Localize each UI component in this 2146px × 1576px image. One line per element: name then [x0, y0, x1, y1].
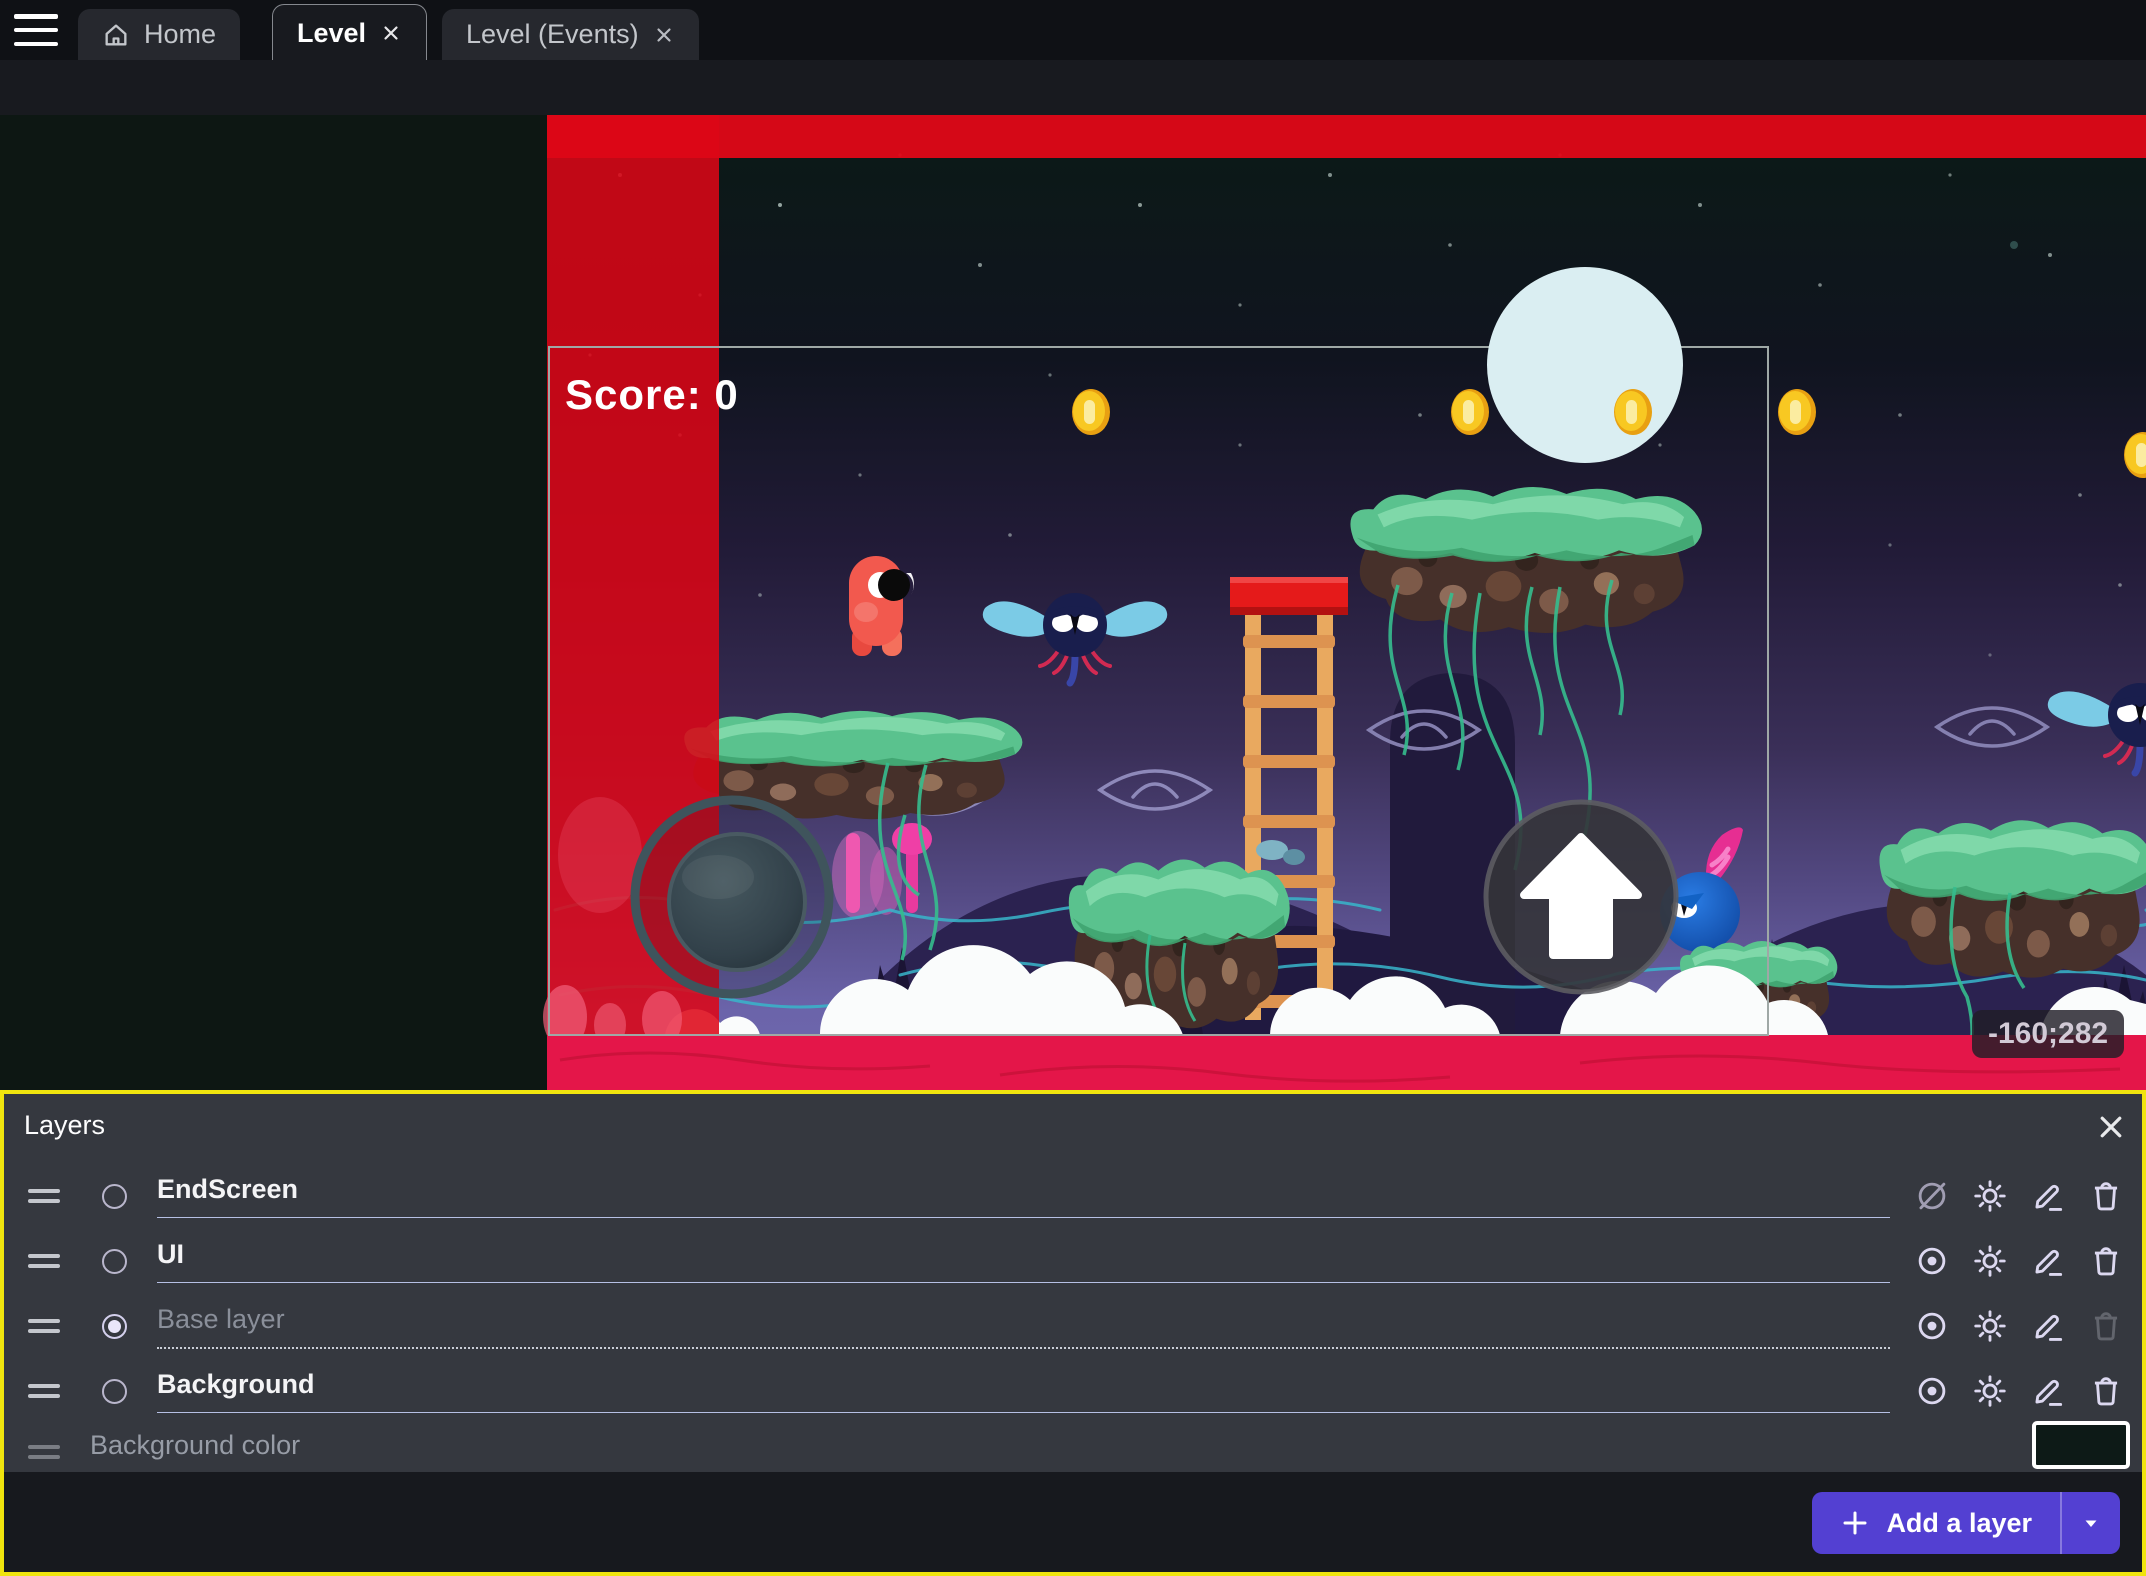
- lighting-icon[interactable]: [1970, 1176, 2010, 1216]
- delete-layer-icon[interactable]: [2086, 1241, 2126, 1281]
- layer-radio[interactable]: [102, 1379, 127, 1404]
- tab-level-events[interactable]: Level (Events): [442, 9, 699, 60]
- stone: [1283, 849, 1305, 865]
- layer-row-background: Background: [18, 1359, 2128, 1423]
- layers-panel: Layers EndScreen UI: [0, 1090, 2146, 1576]
- lighting-icon[interactable]: [1970, 1241, 2010, 1281]
- drag-handle-icon: [28, 1445, 60, 1459]
- layer-row-ui: UI: [18, 1229, 2128, 1293]
- tab-bar: Home Level Level (Events): [0, 0, 2146, 60]
- jump-button[interactable]: [1486, 802, 1676, 992]
- lighting-icon[interactable]: [1970, 1306, 2010, 1346]
- cursor-coordinates-badge: -160;282: [1972, 1010, 2124, 1058]
- coin[interactable]: [1451, 389, 1489, 435]
- layer-radio[interactable]: [102, 1249, 127, 1274]
- tab-home[interactable]: Home: [78, 9, 240, 60]
- home-icon: [102, 21, 130, 49]
- add-layer-label: Add a layer: [1886, 1508, 2032, 1539]
- layers-panel-title: Layers: [24, 1110, 105, 1141]
- visibility-icon[interactable]: [1912, 1306, 1952, 1346]
- add-layer-dropdown[interactable]: [2062, 1492, 2120, 1554]
- background-color-swatch[interactable]: [2032, 1421, 2130, 1469]
- layer-name-field[interactable]: Background: [157, 1369, 1890, 1413]
- platform-island[interactable]: [1879, 820, 2146, 977]
- edit-layer-icon[interactable]: [2028, 1371, 2068, 1411]
- tab-level[interactable]: Level: [272, 4, 427, 61]
- layer-row-endscreen: EndScreen: [18, 1164, 2128, 1228]
- edit-layer-icon[interactable]: [2028, 1306, 2068, 1346]
- layer-name-field[interactable]: Base layer: [157, 1304, 1890, 1349]
- toolbar: Preview Publish: [0, 60, 2146, 115]
- visibility-off-icon[interactable]: [1912, 1176, 1952, 1216]
- close-panel-icon[interactable]: [2096, 1112, 2126, 1142]
- plus-icon: [1840, 1508, 1870, 1538]
- tab-level-label: Level: [297, 18, 366, 49]
- tab-home-label: Home: [144, 19, 216, 50]
- close-tab-icon[interactable]: [380, 22, 402, 44]
- red-zone-top[interactable]: [547, 115, 2146, 158]
- joystick-control[interactable]: [635, 800, 829, 994]
- drag-handle-icon[interactable]: [28, 1254, 60, 1268]
- drag-handle-icon[interactable]: [28, 1319, 60, 1333]
- layer-radio-selected[interactable]: [102, 1314, 127, 1339]
- scene-canvas[interactable]: [0, 115, 2146, 1090]
- moon[interactable]: [1487, 267, 1683, 463]
- delete-layer-icon[interactable]: [2086, 1176, 2126, 1216]
- chevron-down-icon: [2079, 1511, 2103, 1535]
- menu-icon[interactable]: [14, 14, 58, 46]
- background-color-label: Background color: [90, 1430, 2008, 1475]
- coin[interactable]: [1614, 389, 1652, 435]
- delete-layer-icon[interactable]: [2086, 1371, 2126, 1411]
- coin[interactable]: [1072, 389, 1110, 435]
- drag-handle-icon[interactable]: [28, 1189, 60, 1203]
- layer-name-field[interactable]: UI: [157, 1239, 1890, 1283]
- edit-layer-icon[interactable]: [2028, 1241, 2068, 1281]
- lighting-icon[interactable]: [1970, 1371, 2010, 1411]
- score-text: Score: 0: [565, 371, 739, 419]
- visibility-icon[interactable]: [1912, 1241, 1952, 1281]
- delete-layer-icon-disabled: [2086, 1306, 2126, 1346]
- add-layer-button[interactable]: Add a layer: [1812, 1492, 2120, 1554]
- visibility-icon[interactable]: [1912, 1371, 1952, 1411]
- close-tab-icon[interactable]: [653, 24, 675, 46]
- layer-row-base: Base layer: [18, 1294, 2128, 1358]
- layers-panel-footer: Add a layer: [4, 1472, 2142, 1572]
- ground-red[interactable]: [547, 1035, 2146, 1090]
- layer-name-field[interactable]: EndScreen: [157, 1174, 1890, 1218]
- tab-level-events-label: Level (Events): [466, 19, 639, 50]
- coin[interactable]: [1778, 389, 1816, 435]
- edit-layer-icon[interactable]: [2028, 1176, 2068, 1216]
- layer-radio[interactable]: [102, 1184, 127, 1209]
- drag-handle-icon[interactable]: [28, 1384, 60, 1398]
